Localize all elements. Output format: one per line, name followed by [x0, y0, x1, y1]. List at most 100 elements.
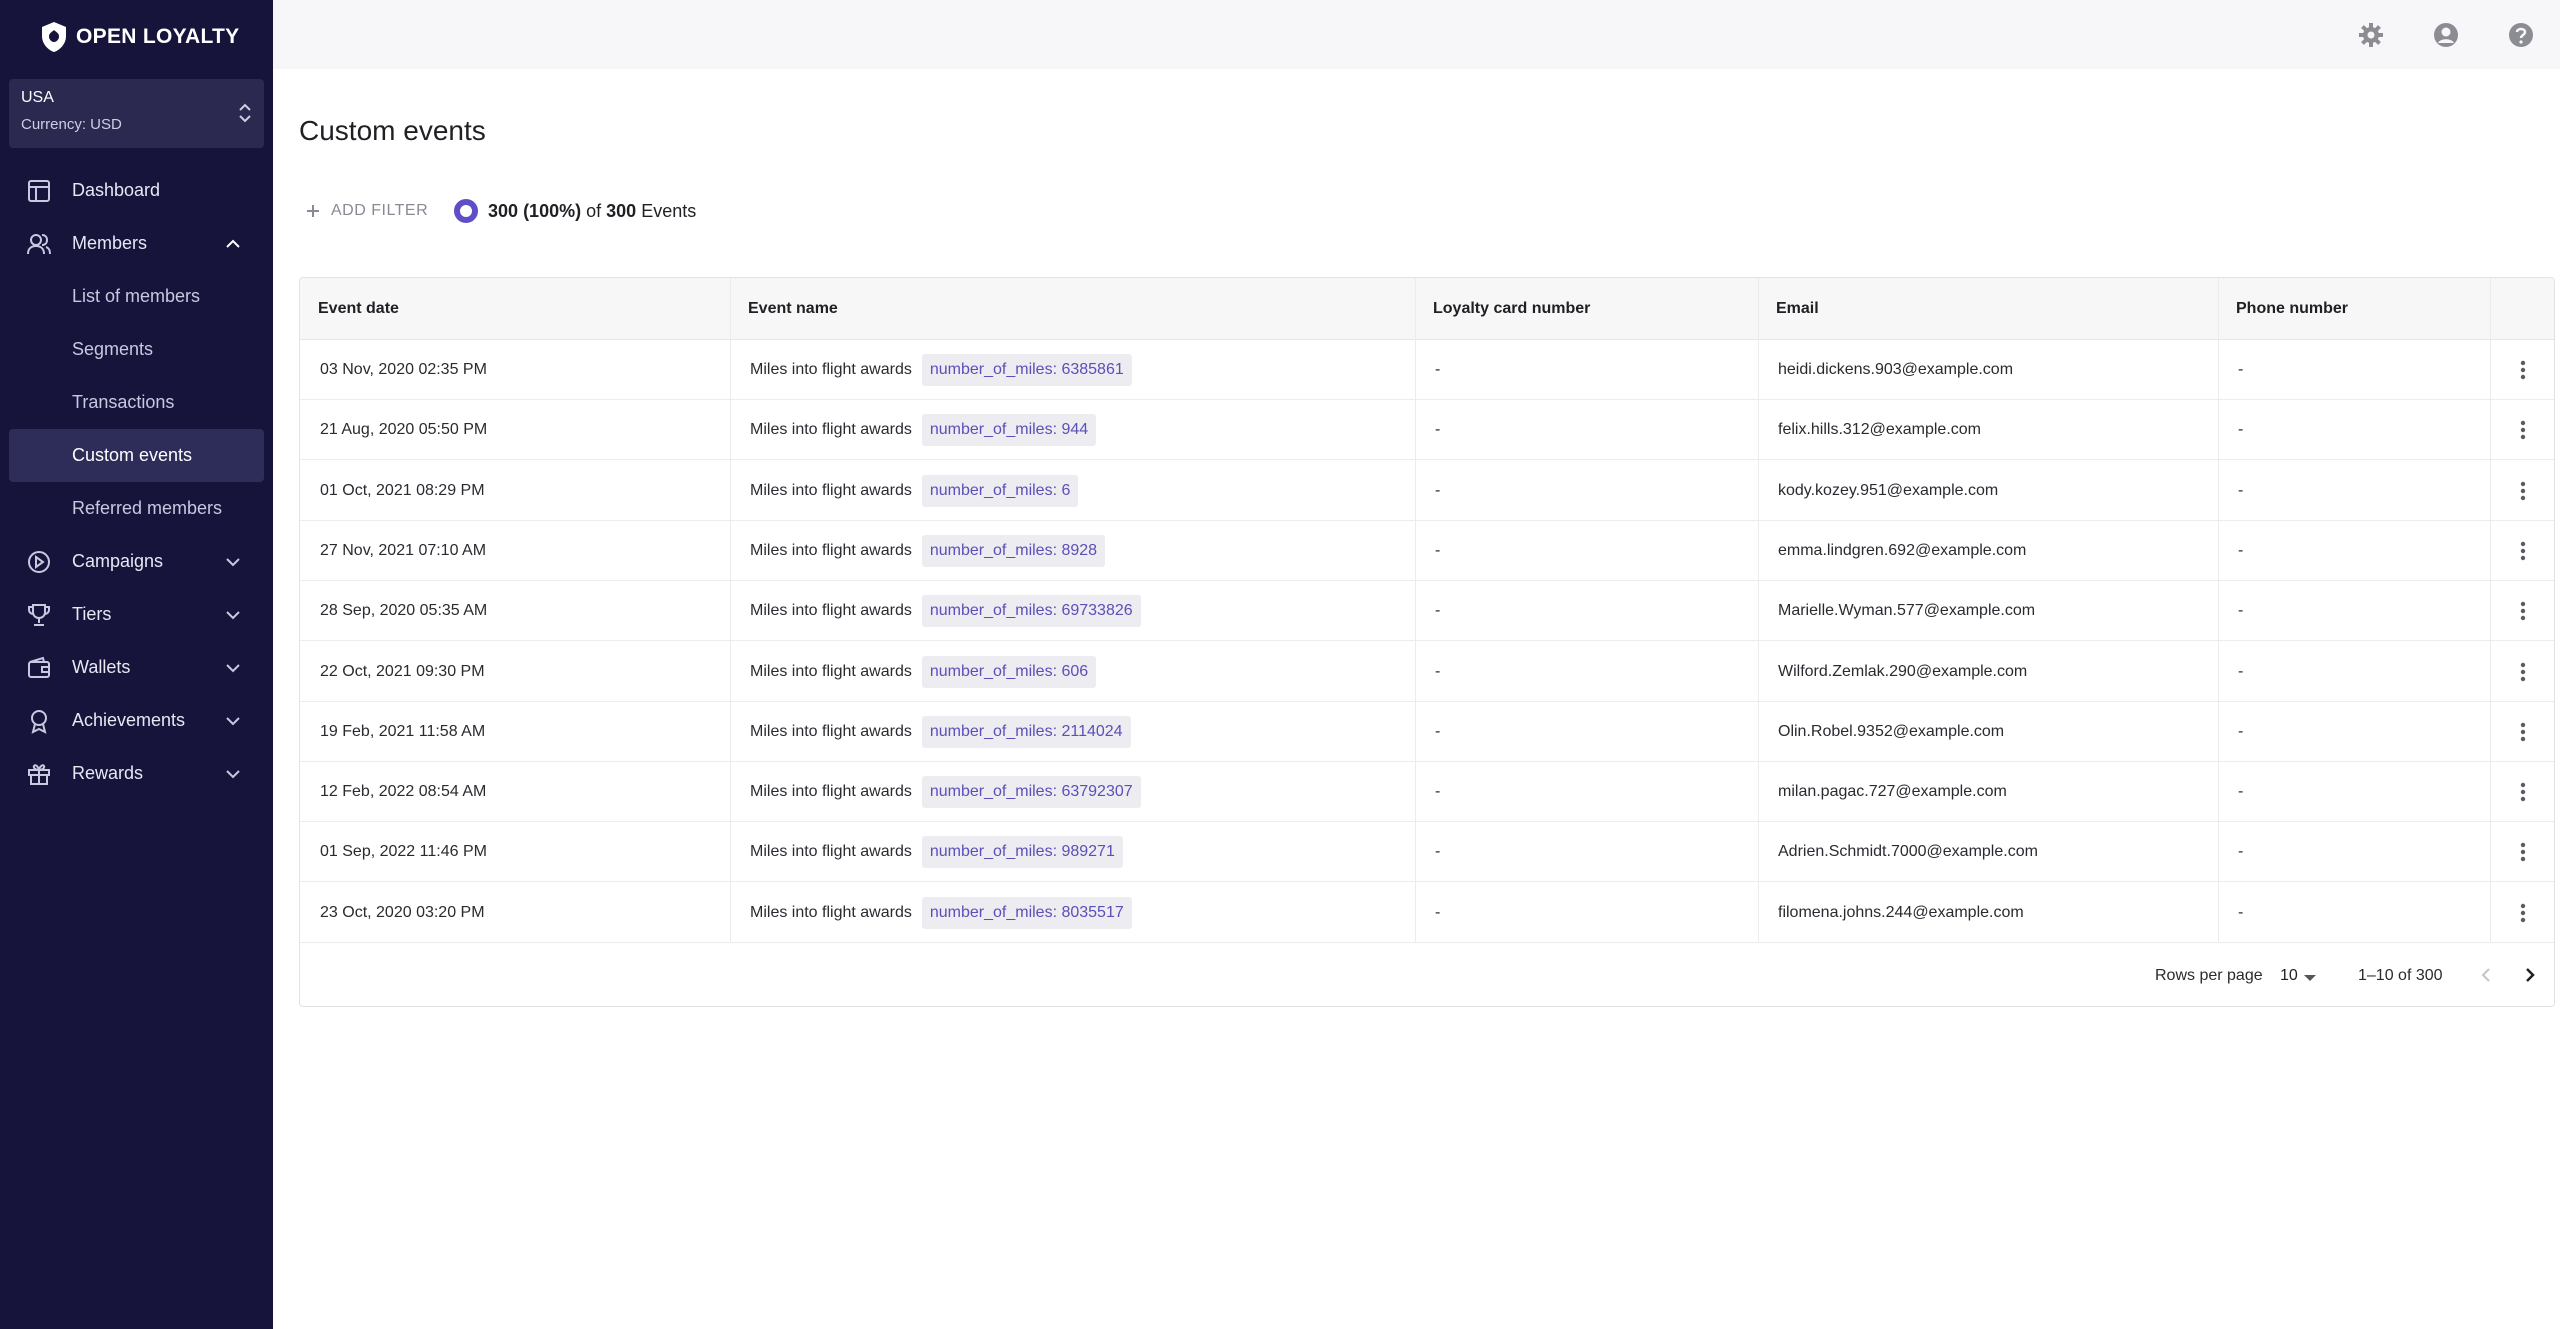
help-icon[interactable]	[2507, 21, 2535, 49]
cell-event-name: Miles into flight awards number_of_miles:…	[730, 702, 1415, 762]
more-vert-icon[interactable]	[2509, 899, 2537, 927]
table-row[interactable]: 27 Nov, 2021 07:10 AM Miles into flight a…	[300, 521, 2554, 581]
cell-loyalty-card: -	[1435, 843, 1441, 861]
cell-loyalty-card: -	[1435, 481, 1441, 499]
more-vert-icon[interactable]	[2509, 778, 2537, 806]
sidebar-item-label: List of members	[72, 286, 201, 306]
gift-icon	[28, 763, 50, 785]
cell-phone: -	[2238, 602, 2244, 620]
sidebar-nav: Dashboard Members List of members Segmen…	[9, 164, 264, 800]
progress-ring-icon	[454, 199, 478, 223]
more-vert-icon[interactable]	[2509, 416, 2537, 444]
column-header-event-date[interactable]: Event date	[300, 278, 730, 340]
sidebar-item-tiers[interactable]: Tiers	[9, 588, 264, 641]
table-row[interactable]: 03 Nov, 2020 02:35 PM Miles into flight a…	[300, 340, 2554, 400]
table-row[interactable]: 28 Sep, 2020 05:35 AM Miles into flight a…	[300, 581, 2554, 642]
cell-loyalty-card: -	[1435, 722, 1441, 740]
rows-per-page-label: Rows per page	[2155, 966, 2263, 984]
cell-loyalty-card: -	[1435, 602, 1441, 620]
table-row[interactable]: 22 Oct, 2021 09:30 PM Miles into flight a…	[300, 642, 2554, 702]
event-name: Miles into flight awards	[750, 783, 912, 801]
cell-phone: -	[2238, 361, 2244, 378]
medal-icon	[31, 709, 47, 734]
account-icon[interactable]	[2432, 21, 2460, 49]
more-vert-icon[interactable]	[2509, 356, 2537, 384]
cell-email: filomena.johns.244@example.com	[1778, 903, 2024, 921]
cell-email: felix.hills.312@example.com	[1778, 421, 1981, 439]
column-header-phone[interactable]: Phone number	[2218, 278, 2490, 340]
market-selector[interactable]: USA Currency: USD	[9, 79, 264, 148]
cell-phone: -	[2238, 903, 2244, 921]
cell-loyalty-card: -	[1435, 421, 1441, 439]
more-vert-icon[interactable]	[2509, 477, 2537, 505]
chevron-down-icon	[226, 663, 240, 672]
more-vert-icon[interactable]	[2509, 537, 2537, 565]
event-name: Miles into flight awards	[750, 662, 912, 680]
sidebar-item-transactions[interactable]: Transactions	[9, 376, 264, 429]
table-row[interactable]: 01 Oct, 2021 08:29 PM Miles into flight a…	[300, 461, 2554, 521]
column-header-loyalty-card[interactable]: Loyalty card number	[1415, 278, 1758, 340]
event-name: Miles into flight awards	[750, 602, 912, 620]
chevron-down-icon	[226, 769, 240, 778]
events-percent: (100%)	[523, 200, 582, 221]
event-attribute-tag: number_of_miles: 69733826	[921, 595, 1141, 628]
sidebar-item-members[interactable]: Members	[9, 217, 264, 270]
sidebar-item-dashboard[interactable]: Dashboard	[9, 164, 264, 217]
event-attribute-tag: number_of_miles: 989271	[921, 836, 1123, 869]
more-vert-icon[interactable]	[2509, 597, 2537, 625]
more-vert-icon[interactable]	[2509, 718, 2537, 746]
add-filter-button[interactable]: ADD FILTER	[305, 198, 428, 224]
event-name: Miles into flight awards	[750, 903, 912, 921]
next-page-button[interactable]	[2516, 961, 2544, 989]
more-vert-icon[interactable]	[2509, 838, 2537, 866]
cell-event-date: 21 Aug, 2020 05:50 PM	[320, 421, 488, 439]
sidebar-item-rewards[interactable]: Rewards	[9, 747, 264, 800]
event-attribute-tag: number_of_miles: 8035517	[921, 896, 1132, 929]
cell-phone: -	[2238, 541, 2244, 559]
event-name: Miles into flight awards	[750, 541, 912, 559]
sidebar-item-achievements[interactable]: Achievements	[9, 694, 264, 747]
sidebar-item-wallets[interactable]: Wallets	[9, 641, 264, 694]
dashboard-icon	[28, 179, 50, 202]
previous-page-button[interactable]	[2472, 961, 2500, 989]
cell-event-name: Miles into flight awards number_of_miles:…	[730, 340, 1415, 400]
cell-event-name: Miles into flight awards number_of_miles:…	[730, 400, 1415, 460]
chevron-down-icon	[226, 610, 240, 619]
events-unit: Events	[641, 200, 697, 221]
cell-loyalty-card: -	[1435, 783, 1441, 801]
rows-per-page-select[interactable]: 10	[2280, 943, 2316, 1006]
table-row[interactable]: 21 Aug, 2020 05:50 PM Miles into flight a…	[300, 400, 2554, 461]
events-count-text: 300 (100%) of 300 Events	[488, 201, 696, 222]
table-row[interactable]: 23 Oct, 2020 03:20 PM Miles into flight a…	[300, 883, 2554, 943]
sidebar-item-label: Tiers	[72, 604, 112, 624]
events-count: 300	[488, 200, 519, 221]
cell-phone: -	[2238, 481, 2244, 499]
sidebar-item-list-of-members[interactable]: List of members	[9, 270, 264, 323]
table-row[interactable]: 01 Sep, 2022 11:46 PM Miles into flight a…	[300, 822, 2554, 883]
sidebar-item-campaigns[interactable]: Campaigns	[9, 535, 264, 588]
gear-icon[interactable]	[2357, 21, 2385, 49]
more-vert-icon[interactable]	[2509, 658, 2537, 686]
cell-phone: -	[2238, 843, 2244, 861]
cell-event-date: 22 Oct, 2021 09:30 PM	[320, 662, 485, 680]
rows-per-page-value: 10	[2280, 966, 2298, 984]
sidebar-item-segments[interactable]: Segments	[9, 323, 264, 376]
cell-event-name: Miles into flight awards number_of_miles:…	[730, 762, 1415, 822]
cell-email: Adrien.Schmidt.7000@example.com	[1778, 843, 2038, 861]
pagination-range: 1–10 of 300	[2358, 966, 2443, 984]
chevron-up-icon	[226, 239, 240, 248]
cell-event-date: 03 Nov, 2020 02:35 PM	[320, 361, 487, 378]
column-header-email[interactable]: Email	[1758, 278, 2218, 340]
table-row[interactable]: 12 Feb, 2022 08:54 AM Miles into flight a…	[300, 762, 2554, 823]
table-row[interactable]: 19 Feb, 2021 11:58 AM Miles into flight a…	[300, 702, 2554, 762]
sidebar-item-label: Achievements	[72, 710, 186, 730]
events-summary: 300 (100%) of 300 Events	[454, 198, 696, 224]
sidebar-item-custom-events[interactable]: Custom events	[9, 429, 264, 482]
cell-phone: -	[2238, 662, 2244, 680]
brand-name: OPEN LOYALTY	[76, 25, 240, 48]
sidebar-item-referred-members[interactable]: Referred members	[9, 482, 264, 535]
column-header-event-name[interactable]: Event name	[730, 278, 1415, 340]
sidebar-item-label: Referred members	[72, 498, 223, 518]
cell-event-date: 23 Oct, 2020 03:20 PM	[320, 903, 485, 921]
brand-logo[interactable]: OPEN LOYALTY	[40, 20, 239, 54]
